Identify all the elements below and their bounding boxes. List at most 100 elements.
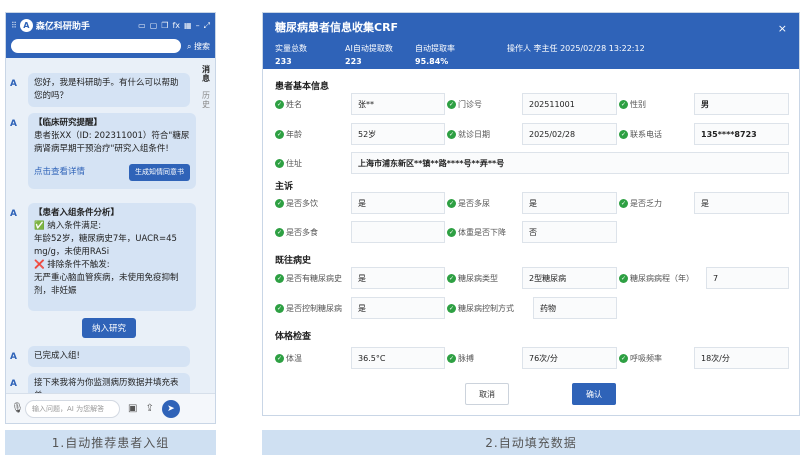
drag-handle-icon[interactable]: ⠿: [11, 21, 17, 30]
generate-consent-button[interactable]: 生成知情同意书: [129, 164, 190, 181]
address-field[interactable]: 上海市浦东新区**镇**路****号**弄**号: [351, 152, 789, 174]
exclude-body: 无严重心脑血管疾病，未使用免疫抑制剂，非妊娠: [34, 273, 179, 296]
field-label-dm-method: ✓ 糖尿病控制方式: [447, 297, 514, 319]
assistant-avatar-icon: A: [10, 352, 17, 362]
label-text: 是否控制糖尿病: [286, 303, 342, 313]
field-label-resp: ✓ 呼吸频率: [619, 347, 662, 369]
crf-header: 糖尿病患者信息收集CRF × 实量总数 233 AI自动提取数 223 自动提取…: [263, 13, 799, 69]
side-tabs: 消息 历史: [197, 65, 215, 117]
label-text: 是否多饮: [286, 198, 318, 208]
field-label-gender: ✓ 性别: [619, 93, 646, 115]
expand-icon[interactable]: ⤢: [204, 21, 210, 31]
field-label-age: ✓ 年龄: [275, 123, 302, 145]
microphone-icon[interactable]: 🎙: [11, 403, 25, 414]
check-icon: ✅: [34, 221, 45, 231]
pulse-field[interactable]: 76次/分: [522, 347, 617, 369]
visit-date-field[interactable]: 2025/02/28: [522, 123, 617, 145]
diabetes-control-field[interactable]: 是: [351, 297, 445, 319]
assistant-header: ⠿ A 森亿科研助手 ▭ ▢ ❐ fx ▦ – ⤢: [6, 13, 215, 38]
check-circle-icon: ✓: [447, 129, 456, 139]
diabetes-control-method-field[interactable]: 药物: [533, 297, 617, 319]
check-circle-icon: ✓: [447, 273, 456, 283]
phone-field[interactable]: 135****8723: [694, 123, 789, 145]
search-bar: ⌕ 搜索: [6, 38, 215, 58]
polyuria-field[interactable]: 是: [522, 192, 617, 214]
label-text: 年龄: [286, 129, 302, 139]
check-circle-icon: ✓: [275, 198, 284, 208]
send-button[interactable]: ➤: [161, 399, 180, 418]
label-text: 性别: [630, 99, 646, 109]
respiration-field[interactable]: 18次/分: [694, 347, 789, 369]
diabetes-history-field[interactable]: 是: [351, 267, 445, 289]
stat-total-value: 233: [275, 57, 292, 66]
label-text: 是否多食: [286, 227, 318, 237]
diabetes-course-field[interactable]: 7: [706, 267, 789, 289]
check-circle-icon: ✓: [275, 273, 284, 283]
enroll-button[interactable]: 纳入研究: [82, 318, 136, 338]
label-text: 住址: [286, 158, 302, 168]
clinic-number-field[interactable]: 202511001: [522, 93, 617, 115]
search-input[interactable]: [11, 39, 181, 53]
image-icon[interactable]: ▣: [128, 403, 137, 414]
minimize-icon[interactable]: –: [196, 21, 200, 30]
check-circle-icon: ✓: [447, 198, 456, 208]
app-title: 森亿科研助手: [35, 22, 90, 32]
include-title: 纳入条件满足:: [47, 221, 102, 231]
check-circle-icon: ✓: [447, 303, 456, 313]
field-label-clinic: ✓ 门诊号: [447, 93, 482, 115]
check-circle-icon: ✓: [275, 158, 284, 168]
upload-icon[interactable]: ⇪: [145, 403, 153, 414]
reminder-body: 患者张XX（ID: 202311001）符合"糖尿病肾病早期干预治疗"研究入组条…: [34, 131, 190, 154]
temperature-field[interactable]: 36.5°C: [351, 347, 445, 369]
stat-ai: AI自动提取数 223: [345, 43, 415, 66]
view-details-link[interactable]: 点击查看详情: [34, 166, 85, 179]
grid-icon[interactable]: ▦: [184, 21, 192, 30]
polyphagia-field[interactable]: [351, 221, 445, 243]
age-field[interactable]: 52岁: [351, 123, 445, 145]
stat-ai-label: AI自动提取数: [345, 44, 393, 53]
diabetes-type-field[interactable]: 2型糖尿病: [522, 267, 617, 289]
gender-field[interactable]: 男: [694, 93, 789, 115]
polydipsia-field[interactable]: 是: [351, 192, 445, 214]
field-label-phone: ✓ 联系电话: [619, 123, 662, 145]
field-label-pulse: ✓ 脉搏: [447, 347, 474, 369]
message-bubble: 已完成入组!: [28, 346, 190, 367]
stat-ai-value: 223: [345, 57, 362, 66]
screen-icon[interactable]: ▭: [138, 21, 146, 30]
message-bubble: 您好，我是科研助手。有什么可以帮助您的吗？: [28, 73, 190, 107]
field-label-dm-control: ✓ 是否控制糖尿病: [275, 297, 342, 319]
field-label-temp: ✓ 体温: [275, 347, 302, 369]
function-icon[interactable]: fx: [172, 21, 180, 30]
search-button[interactable]: ⌕ 搜索: [187, 41, 210, 52]
question-input[interactable]: 输入问题，AI 为您解答: [25, 399, 120, 418]
fatigue-field[interactable]: 是: [694, 192, 789, 214]
check-circle-icon: ✓: [275, 303, 284, 313]
stat-total: 实量总数 233: [275, 43, 345, 66]
cancel-button[interactable]: 取消: [465, 383, 509, 405]
label-text: 是否有糖尿病史: [286, 273, 342, 283]
label-text: 糖尿病控制方式: [458, 303, 514, 313]
comment-icon[interactable]: ▢: [150, 21, 158, 30]
stat-total-label: 实量总数: [275, 44, 307, 53]
field-label-eat: ✓ 是否多食: [275, 221, 318, 243]
confirm-button[interactable]: 确认: [572, 383, 616, 405]
tab-history[interactable]: 历史: [201, 91, 212, 109]
name-field[interactable]: 张**: [351, 93, 445, 115]
check-circle-icon: ✓: [447, 99, 456, 109]
tab-messages[interactable]: 消息: [201, 65, 212, 83]
label-text: 体温: [286, 353, 302, 363]
chat-input-bar: 🎙 输入问题，AI 为您解答 ▣ ⇪ ➤: [6, 393, 215, 423]
crf-dialog: 糖尿病患者信息收集CRF × 实量总数 233 AI自动提取数 223 自动提取…: [262, 12, 800, 416]
section-complaint: 主诉: [275, 182, 294, 192]
label-text: 是否多尿: [458, 198, 490, 208]
weight-loss-field[interactable]: 否: [522, 221, 617, 243]
assistant-avatar-icon: A: [10, 79, 17, 89]
operator-info: 操作人 李主任 2025/02/28 13:22:12: [507, 44, 645, 53]
close-icon[interactable]: ×: [778, 22, 787, 35]
reminder-title: 【临床研究提醒】: [34, 118, 103, 128]
copy-icon[interactable]: ❐: [161, 21, 168, 30]
reminder-card: 【临床研究提醒】 患者张XX（ID: 202311001）符合"糖尿病肾病早期干…: [28, 113, 196, 189]
field-label-dm-course: ✓ 糖尿病病程（年）: [619, 267, 694, 289]
label-text: 是否乏力: [630, 198, 662, 208]
section-basic: 患者基本信息: [275, 82, 330, 92]
